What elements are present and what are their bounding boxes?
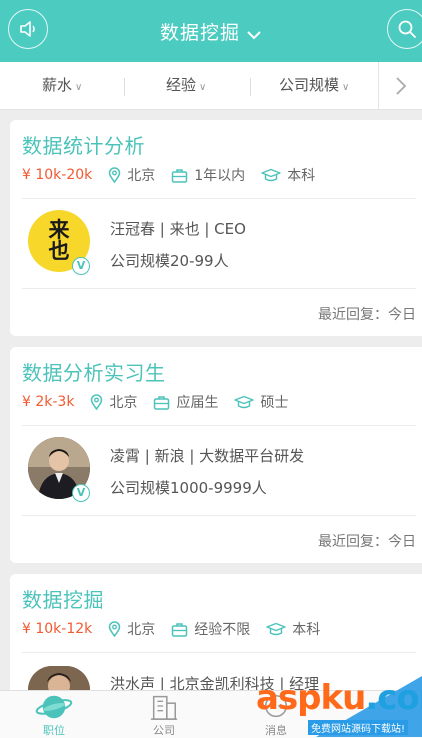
company-size: 公司规模1000-9999人 (110, 479, 267, 497)
job-title[interactable]: 数据统计分析 (22, 130, 145, 159)
search-icon (398, 20, 416, 38)
job-card[interactable]: 数据挖掘 ¥ 10k-12k 北京 经验不限 本科 洪水声 | 北京金凯利科技 … (10, 574, 422, 693)
verified-icon: V (72, 257, 90, 275)
graduation-cap-icon (266, 622, 286, 635)
chevron-down-icon: ∨ (199, 82, 207, 93)
job-title[interactable]: 数据挖掘 (22, 584, 104, 613)
job-card[interactable]: 数据统计分析 ¥ 10k-20k 北京 1年以内 本科 来也 V 汪冠春 | 来… (10, 120, 422, 336)
recruiter-info: 凌霄 | 新浪 | 大数据平台研发 (110, 447, 305, 465)
divider (22, 198, 416, 199)
chevron-down-icon: ∨ (342, 82, 350, 93)
filter-experience[interactable]: 经验 ∨ (166, 62, 206, 109)
job-card[interactable]: 数据分析实习生 ¥ 2k-3k 北京 应届生 硕士 V 凌霄 | 新浪 | 大数… (10, 347, 422, 563)
job-experience: 1年以内 (171, 165, 245, 185)
location-pin-icon (109, 621, 121, 637)
job-experience: 应届生 (153, 392, 218, 412)
briefcase-icon (172, 622, 188, 637)
tab-jobs[interactable]: 职位 (24, 691, 84, 738)
salary: ¥ 10k-20k (22, 167, 93, 183)
filter-more-button[interactable] (378, 62, 422, 109)
filter-bar: 薪水 ∨ 经验 ∨ 公司规模 ∨ (0, 62, 422, 110)
job-meta: ¥ 10k-12k 北京 经验不限 本科 (22, 619, 336, 639)
search-button[interactable] (387, 9, 422, 49)
company-logo-text: 来也 (48, 218, 70, 263)
recruiter-info: 汪冠春 | 来也 | CEO (110, 220, 246, 238)
job-meta: ¥ 2k-3k 北京 应届生 硕士 (22, 392, 304, 412)
salary: ¥ 10k-12k (22, 621, 93, 637)
last-reply: 最近回复：今日 (318, 307, 416, 323)
job-location: 北京 (108, 619, 155, 639)
job-education: 本科 (266, 619, 320, 639)
job-location: 北京 (108, 165, 155, 185)
app-header: 数据挖掘 (0, 0, 422, 62)
tab-companies[interactable]: 公司 (134, 691, 194, 738)
chevron-right-icon (395, 76, 406, 95)
job-title[interactable]: 数据分析实习生 (22, 357, 166, 386)
company-size: 公司规模20-99人 (110, 252, 229, 270)
watermark: aspku.com 免费网站源码下载站! (256, 676, 422, 737)
person-photo (28, 666, 90, 690)
filter-salary[interactable]: 薪水 ∨ (42, 62, 82, 109)
location-pin-icon (109, 167, 121, 183)
divider (22, 652, 416, 653)
job-experience: 经验不限 (171, 619, 250, 639)
avatar (28, 666, 90, 690)
page-title[interactable]: 数据挖掘 (0, 18, 422, 45)
graduation-cap-icon (234, 395, 255, 408)
verified-icon: V (72, 484, 90, 502)
last-reply: 最近回复：今日 (318, 534, 416, 550)
triangle-down-icon (246, 23, 262, 45)
planet-icon (35, 695, 73, 719)
chevron-down-icon: ∨ (75, 82, 83, 93)
watermark-subtitle: 免费网站源码下载站! (308, 720, 409, 735)
graduation-cap-icon (261, 168, 281, 181)
briefcase-icon (154, 395, 170, 410)
salary: ¥ 2k-3k (22, 394, 75, 410)
filter-divider (124, 78, 125, 96)
job-education: 本科 (261, 165, 315, 185)
briefcase-icon (172, 168, 188, 183)
divider (22, 425, 416, 426)
building-icon (150, 695, 178, 720)
filter-divider (250, 78, 251, 96)
job-location: 北京 (90, 392, 137, 412)
job-meta: ¥ 10k-20k 北京 1年以内 本科 (22, 165, 331, 185)
location-pin-icon (91, 394, 103, 410)
watermark-logo: aspku.com (256, 678, 422, 718)
filter-company-size[interactable]: 公司规模 ∨ (279, 62, 349, 109)
divider (22, 515, 416, 516)
divider (22, 288, 416, 289)
job-education: 硕士 (234, 392, 288, 412)
